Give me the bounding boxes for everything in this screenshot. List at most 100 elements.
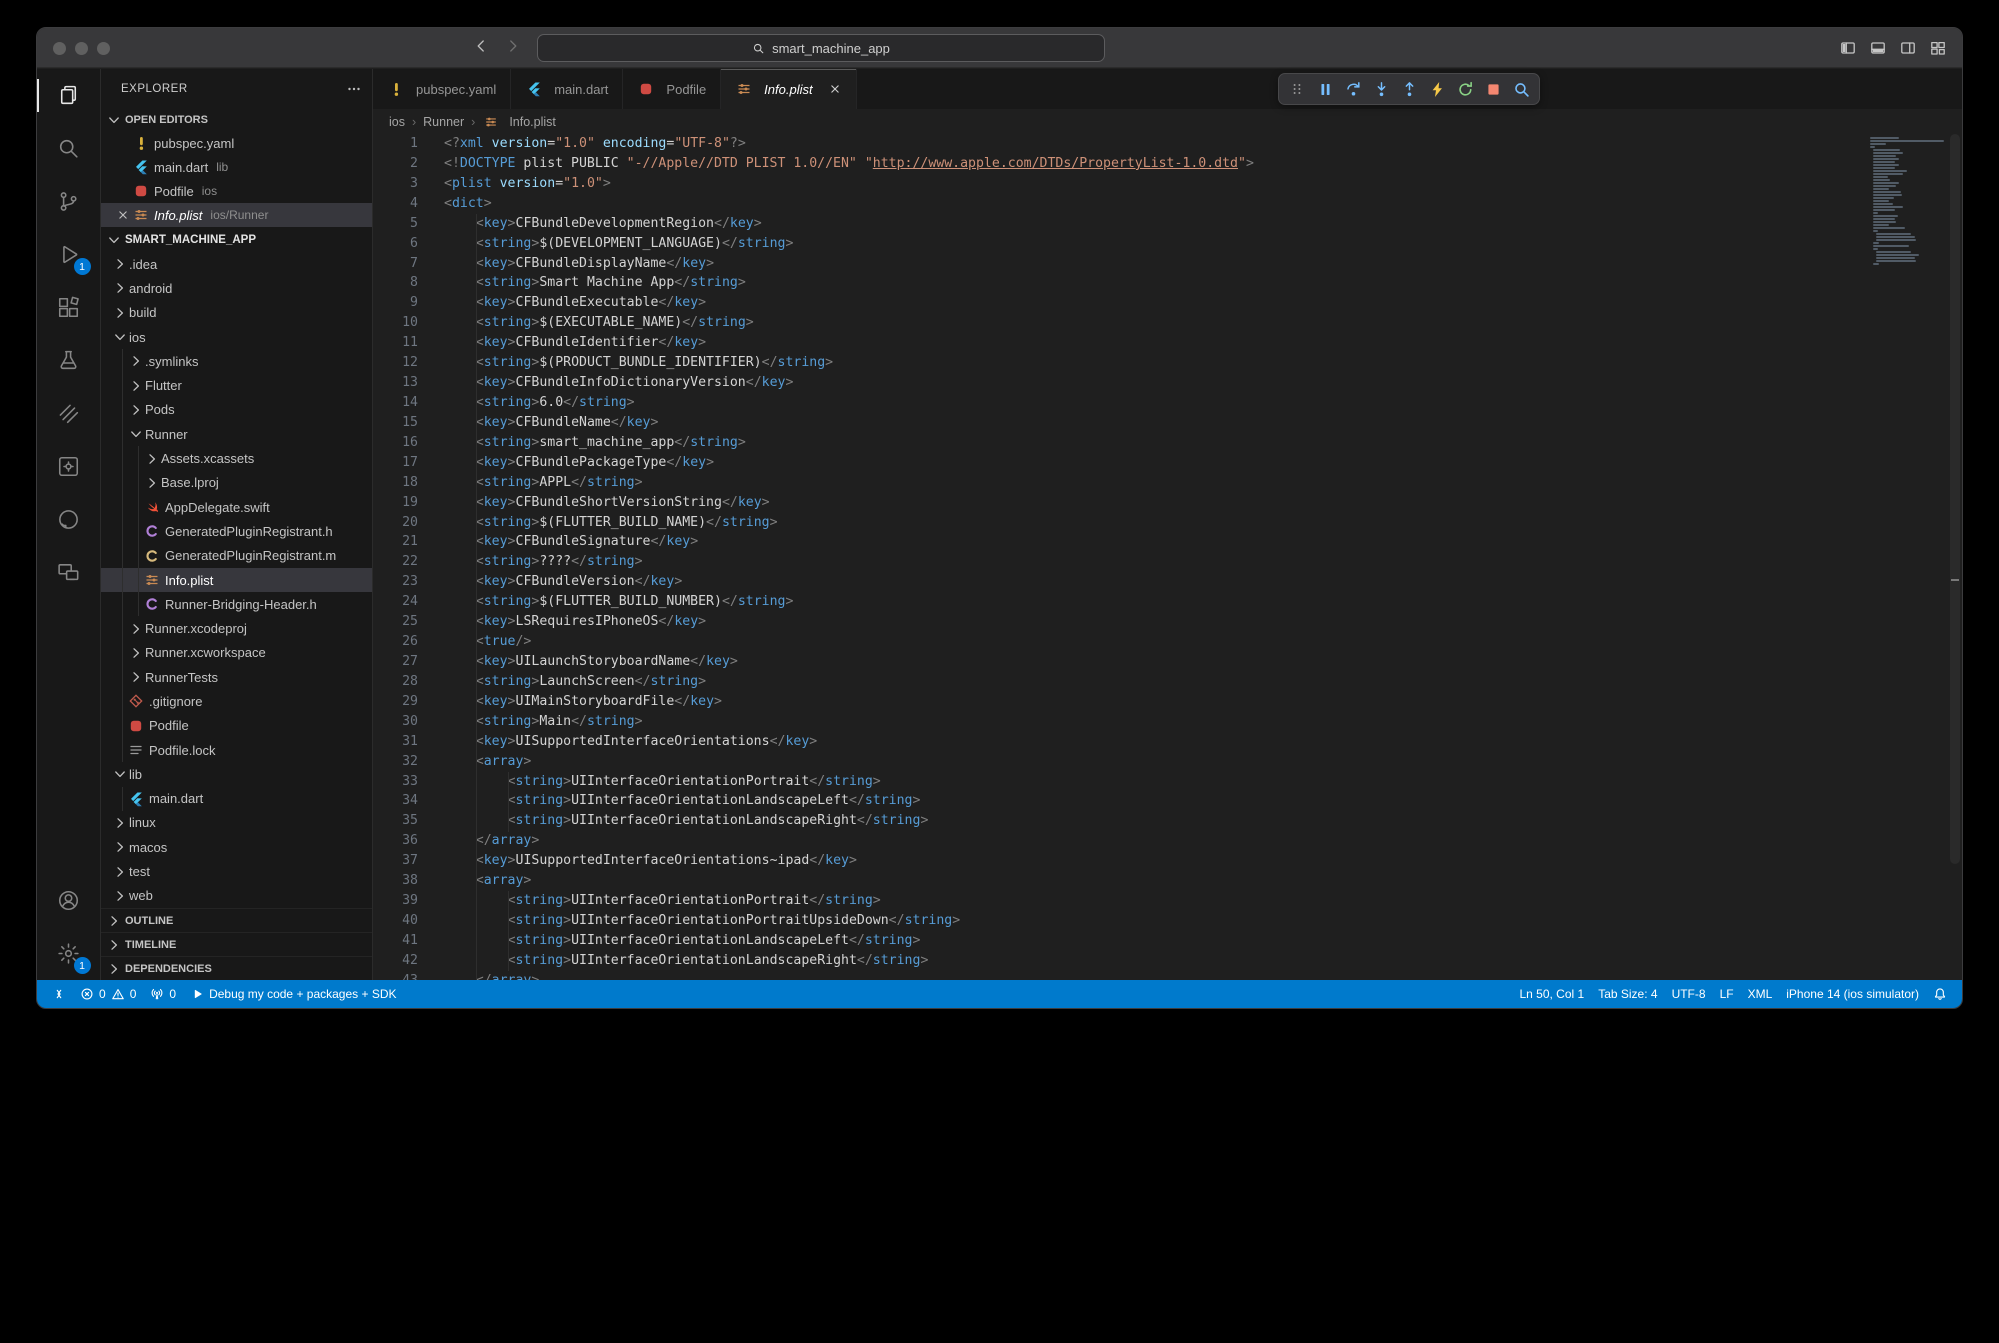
tree-item-lib[interactable]: lib [101, 762, 372, 786]
activity-testing[interactable] [37, 334, 101, 387]
breadcrumb-Info.plist[interactable]: Info.plist [482, 115, 556, 129]
eol-setting[interactable]: LF [1713, 980, 1741, 1008]
notifications[interactable] [1926, 980, 1954, 1008]
project-root-header[interactable]: SMART_MACHINE_APP [101, 227, 372, 252]
explorer-sidebar: EXPLORER OPEN EDITORS pubspec.yamlmain.d… [101, 69, 373, 980]
tab-pubspec.yaml[interactable]: pubspec.yaml [373, 69, 511, 109]
hot-reload-button[interactable] [1424, 76, 1450, 102]
close-icon[interactable] [828, 82, 842, 96]
indentation-setting[interactable]: Tab Size: 4 [1591, 980, 1664, 1008]
breadcrumb-Runner[interactable]: Runner [423, 115, 464, 129]
navigate-back-button[interactable] [473, 38, 489, 59]
tree-item-linux[interactable]: linux [101, 811, 372, 835]
tab-Podfile[interactable]: Podfile [623, 69, 721, 109]
section-timeline[interactable]: TIMELINE [101, 932, 372, 956]
step-out-button[interactable] [1396, 76, 1422, 102]
tree-item-.symlinks[interactable]: .symlinks [101, 349, 372, 373]
section-label: OUTLINE [125, 915, 173, 927]
pause-button[interactable] [1312, 76, 1338, 102]
tree-item-Podfile.lock[interactable]: Podfile.lock [101, 738, 372, 762]
activity-accounts[interactable] [37, 874, 101, 927]
navigate-forward-button[interactable] [505, 38, 521, 59]
activity-remote-explorer[interactable] [37, 546, 101, 599]
tree-item-RunnerTests[interactable]: RunnerTests [101, 665, 372, 689]
activity-tools[interactable] [37, 387, 101, 440]
tree-item-AppDelegate.swift[interactable]: AppDelegate.swift [101, 495, 372, 519]
debug-configuration[interactable]: Debug my code + packages + SDK [183, 980, 403, 1008]
minimize-window-button[interactable] [75, 42, 88, 55]
editor-scrollbar[interactable] [1948, 134, 1962, 980]
tree-item-GeneratedPluginRegistrant.h[interactable]: GeneratedPluginRegistrant.h [101, 519, 372, 543]
tree-item-Pods[interactable]: Pods [101, 398, 372, 422]
cursor-position[interactable]: Ln 50, Col 1 [1512, 980, 1591, 1008]
toggle-secondary-sidebar-button[interactable] [1900, 40, 1916, 56]
tree-item-test[interactable]: test [101, 859, 372, 883]
customize-layout-button[interactable] [1930, 40, 1946, 56]
tree-item-Flutter[interactable]: Flutter [101, 373, 372, 397]
open-editor-Podfile[interactable]: Podfileios [101, 179, 372, 203]
code-line: 21 <key>CFBundleSignature</key> [373, 532, 1962, 552]
activity-explorer[interactable] [37, 69, 101, 122]
tree-item-macos[interactable]: macos [101, 835, 372, 859]
section-dependencies[interactable]: DEPENDENCIES [101, 956, 372, 980]
open-editor-main.dart[interactable]: main.dartlib [101, 155, 372, 179]
step-over-button[interactable] [1340, 76, 1366, 102]
activity-settings[interactable]: 1 [37, 927, 101, 980]
problems-indicator[interactable]: 0 0 [73, 980, 143, 1008]
scrollbar-thumb[interactable] [1950, 134, 1960, 864]
close-icon[interactable] [113, 208, 132, 222]
tree-item-main.dart[interactable]: main.dart [101, 787, 372, 811]
tab-main.dart[interactable]: main.dart [511, 69, 623, 109]
minimap-line [1876, 233, 1911, 235]
activity-search[interactable] [37, 122, 101, 175]
tree-item-build[interactable]: build [101, 301, 372, 325]
open-editors-header[interactable]: OPEN EDITORS [101, 109, 372, 131]
tree-item-Assets.xcassets[interactable]: Assets.xcassets [101, 446, 372, 470]
tree-item-ios[interactable]: ios [101, 325, 372, 349]
activity-extensions[interactable] [37, 281, 101, 334]
breadcrumb-ios[interactable]: ios [389, 115, 405, 129]
open-devtools-button[interactable] [1508, 76, 1534, 102]
zoom-window-button[interactable] [97, 42, 110, 55]
language-mode[interactable]: XML [1741, 980, 1780, 1008]
hot-restart-button[interactable] [1452, 76, 1478, 102]
open-editor-Info.plist[interactable]: Info.plistios/Runner [101, 203, 372, 227]
tree-item-GeneratedPluginRegistrant.m[interactable]: GeneratedPluginRegistrant.m [101, 544, 372, 568]
toggle-primary-sidebar-button[interactable] [1840, 40, 1856, 56]
device-selector[interactable]: iPhone 14 (ios simulator) [1779, 980, 1926, 1008]
tree-item-Info.plist[interactable]: Info.plist [101, 568, 372, 592]
tree-item-Base.lproj[interactable]: Base.lproj [101, 471, 372, 495]
remote-indicator[interactable] [45, 980, 73, 1008]
tree-item-web[interactable]: web [101, 884, 372, 908]
minimap[interactable] [1870, 137, 1948, 266]
section-outline[interactable]: OUTLINE [101, 908, 372, 932]
open-editor-pubspec.yaml[interactable]: pubspec.yaml [101, 131, 372, 155]
stop-button[interactable] [1480, 76, 1506, 102]
code-line: 22 <string>????</string> [373, 552, 1962, 572]
activity-github[interactable] [37, 493, 101, 546]
tree-item-Runner-Bridging-Header.h[interactable]: Runner-Bridging-Header.h [101, 592, 372, 616]
minimap-line [1873, 215, 1898, 217]
encoding-setting[interactable]: UTF-8 [1665, 980, 1713, 1008]
tree-item-.gitignore[interactable]: .gitignore [101, 689, 372, 713]
tree-item-Runner.xcworkspace[interactable]: Runner.xcworkspace [101, 641, 372, 665]
drag-handle-button[interactable] [1284, 76, 1310, 102]
step-into-button[interactable] [1368, 76, 1394, 102]
tab-Info.plist[interactable]: Info.plist [721, 69, 856, 109]
activity-run-and-debug[interactable]: 1 [37, 228, 101, 281]
minimap-line [1873, 230, 1878, 232]
more-actions-icon[interactable] [346, 81, 362, 97]
command-center-search[interactable]: smart_machine_app [537, 34, 1105, 62]
tree-item-Runner[interactable]: Runner [101, 422, 372, 446]
tree-item-.idea[interactable]: .idea [101, 252, 372, 276]
activity-source-control[interactable] [37, 175, 101, 228]
tree-item-android[interactable]: android [101, 276, 372, 300]
tree-item-Runner.xcodeproj[interactable]: Runner.xcodeproj [101, 616, 372, 640]
ports-indicator[interactable]: 0 [143, 980, 183, 1008]
tree-item-label: Podfile.lock [149, 743, 215, 758]
tree-item-Podfile[interactable]: Podfile [101, 714, 372, 738]
activity-task-explorer[interactable] [37, 440, 101, 493]
close-window-button[interactable] [53, 42, 66, 55]
toggle-panel-button[interactable] [1870, 40, 1886, 56]
code-editor[interactable]: 1<?xml version="1.0" encoding="UTF-8"?>2… [373, 134, 1962, 980]
